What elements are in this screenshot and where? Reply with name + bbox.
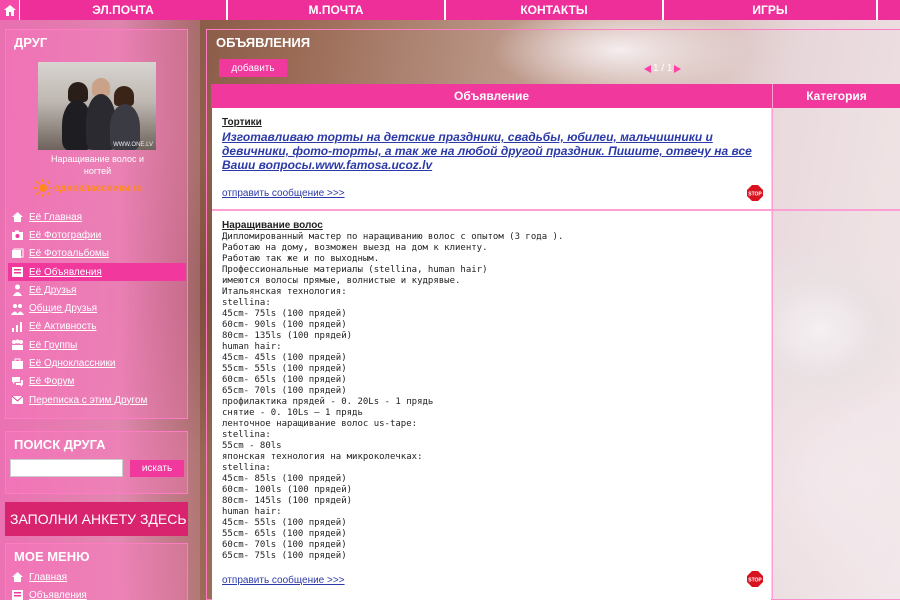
top-nav: ЭЛ.ПОЧТА М.ПОЧТА КОНТАКТЫ ИГРЫ — [0, 0, 900, 20]
home-icon — [3, 4, 16, 16]
column-header-ad: Объявление — [454, 89, 529, 103]
sidebar-item-chat[interactable]: Переписка с этим Другом — [8, 391, 186, 409]
album-icon — [10, 248, 24, 260]
groups-icon — [10, 339, 24, 351]
table-row: Наращивание волос Дипломированный мастер… — [212, 211, 771, 600]
sidebar-item-groups[interactable]: Её Группы — [8, 336, 186, 354]
stop-icon[interactable]: STOP — [747, 185, 763, 201]
sidebar-item-label: Переписка с этим Другом — [29, 394, 148, 406]
prev-page-icon[interactable] — [644, 64, 651, 73]
sidebar-item-activity[interactable]: Её Активность — [8, 318, 186, 336]
odnoklassniki-logo[interactable]: одноклассники.ru — [34, 179, 143, 197]
logo-text: одноклассники.ru — [54, 182, 143, 194]
home-button[interactable] — [0, 0, 20, 20]
table-row: Тортики Изготавливаю торты на детские пр… — [212, 108, 771, 209]
ad-text-link[interactable]: Изготавливаю торты на детские праздники,… — [222, 130, 762, 172]
stop-icon[interactable]: STOP — [747, 571, 763, 587]
search-panel-title: ПОИСК ДРУГА — [14, 437, 106, 452]
friend-name-line1: Наращивание волос и — [50, 154, 144, 164]
sidebar-item-forum[interactable]: Её Форум — [8, 373, 186, 391]
sun-icon — [34, 179, 52, 197]
friend-panel: ДРУГ WWW.ONE.LV Наращивание волос и ногт… — [5, 29, 188, 419]
sidebar-item-album[interactable]: Её Фотоальбомы — [8, 245, 186, 263]
friend-menu: Её Главная Её Фотографии Её Фотоальбомы Её … — [8, 208, 186, 409]
forum-icon — [10, 376, 24, 388]
pager-text: 1 / 1 — [653, 63, 673, 74]
home-icon — [10, 211, 24, 223]
next-page-icon[interactable] — [674, 64, 682, 73]
category-cell — [772, 211, 900, 600]
avatar-person-1 — [68, 82, 88, 102]
my-menu: Главная Объявления — [8, 568, 186, 600]
sidebar-item-label: Её Форум — [29, 376, 75, 388]
classmates-icon — [10, 358, 24, 370]
sidebar-item-people[interactable]: Общие Друзья — [8, 299, 186, 317]
search-panel: ПОИСК ДРУГА искать — [5, 431, 188, 494]
sidebar-item-label: Её Активность — [29, 321, 97, 333]
my-menu-item-home[interactable]: Главная — [8, 568, 186, 586]
sidebar-item-label: Её Фотоальбомы — [29, 248, 109, 260]
my-menu-panel: МОЕ МЕНЮ Главная Объявления — [5, 543, 188, 600]
svg-text:STOP: STOP — [748, 192, 762, 198]
ads-table-header: Объявление Категория — [211, 84, 900, 108]
sidebar-item-home[interactable]: Её Главная — [8, 208, 186, 226]
sidebar-item-person[interactable]: Её Друзья — [8, 281, 186, 299]
people-icon — [10, 303, 24, 315]
activity-icon — [10, 321, 24, 333]
column-header-category: Категория — [772, 84, 900, 108]
sidebar-item-label: Её Объявления — [29, 266, 102, 278]
search-button[interactable]: искать — [130, 460, 184, 477]
home-icon — [10, 571, 24, 583]
send-message-link[interactable]: отправить сообщение >>> — [222, 575, 345, 586]
ads-icon — [10, 589, 24, 600]
sidebar-item-classmates[interactable]: Её Одноклассники — [8, 354, 186, 372]
pager: 1 / 1 — [644, 63, 682, 74]
my-menu-title: МОЕ МЕНЮ — [14, 549, 90, 564]
add-ad-button[interactable]: добавить — [219, 59, 287, 77]
friend-panel-title: ДРУГ — [14, 35, 48, 50]
friend-search-input[interactable] — [10, 459, 123, 477]
nav-email[interactable]: ЭЛ.ПОЧТА — [20, 0, 228, 20]
person-icon — [10, 284, 24, 297]
sidebar-item-camera[interactable]: Её Фотографии — [8, 226, 186, 244]
page-title: ОБЪЯВЛЕНИЯ — [216, 35, 311, 50]
send-message-link[interactable]: отправить сообщение >>> — [222, 188, 345, 199]
my-menu-item-ads[interactable]: Объявления — [8, 586, 186, 600]
photo-watermark: WWW.ONE.LV — [113, 142, 153, 148]
ad-title[interactable]: Наращивание волос — [222, 220, 323, 231]
camera-icon — [10, 229, 24, 241]
ads-icon — [10, 266, 24, 278]
nav-games[interactable]: ИГРЫ — [664, 0, 878, 20]
sidebar-item-label: Её Фотографии — [29, 229, 102, 241]
avatar-person-3 — [114, 86, 134, 106]
ad-body-text: Дипломированный мастер по наращиванию во… — [222, 232, 564, 561]
my-menu-item-label: Объявления — [29, 589, 87, 600]
svg-text:STOP: STOP — [748, 578, 762, 584]
my-menu-item-label: Главная — [29, 571, 68, 583]
friend-name: Наращивание волос и ногтей — [6, 153, 189, 177]
sidebar-item-ads[interactable]: Её Объявления — [8, 262, 186, 282]
sidebar-item-label: Её Главная — [29, 211, 83, 223]
sidebar-item-label: Её Одноклассники — [29, 358, 116, 370]
sidebar-item-label: Её Друзья — [29, 284, 77, 296]
nav-contacts[interactable]: КОНТАКТЫ — [446, 0, 664, 20]
category-cell — [772, 108, 900, 209]
sidebar-item-label: Её Группы — [29, 339, 78, 351]
sidebar-item-label: Общие Друзья — [29, 303, 98, 315]
chat-icon — [10, 394, 24, 406]
avatar[interactable]: WWW.ONE.LV — [38, 62, 156, 150]
nav-mail[interactable]: М.ПОЧТА — [228, 0, 446, 20]
fill-profile-banner[interactable]: ЗАПОЛНИ АНКЕТУ ЗДЕСЬ — [5, 502, 188, 536]
friend-name-line2: ногтей — [83, 166, 112, 176]
ad-title[interactable]: Тортики — [222, 117, 262, 128]
